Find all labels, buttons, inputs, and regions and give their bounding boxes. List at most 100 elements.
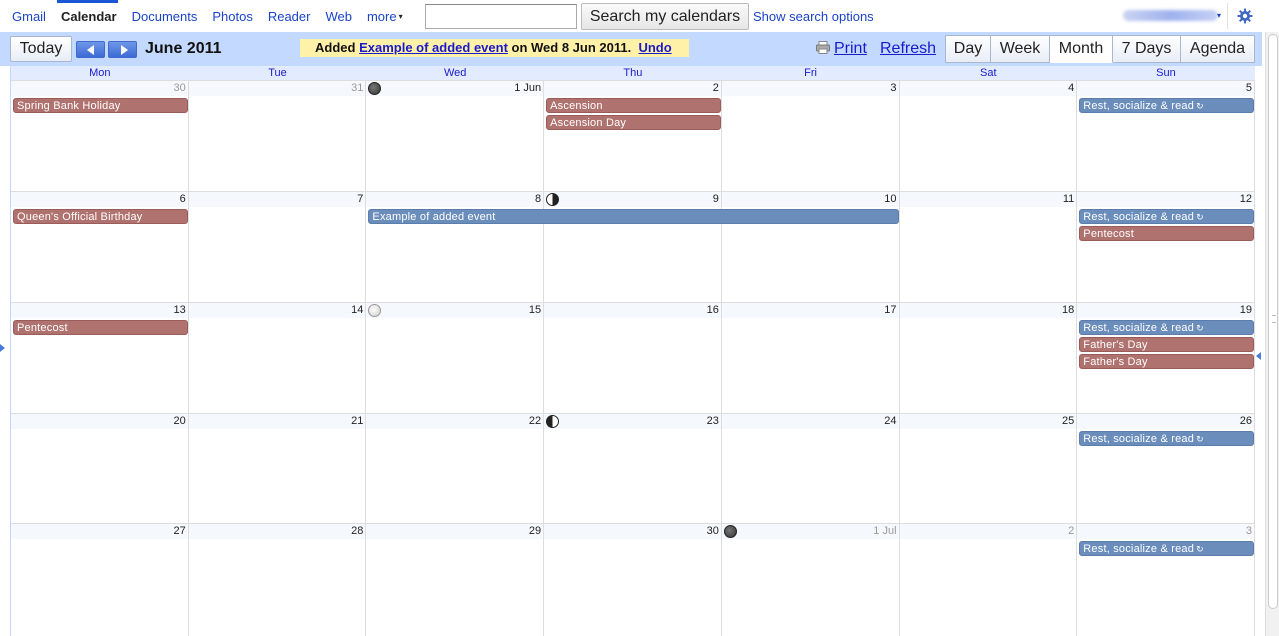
day-number[interactable]: 10 bbox=[720, 192, 896, 207]
gear-icon[interactable] bbox=[1237, 8, 1253, 24]
event-chip[interactable]: Rest, socialize & read ↻ bbox=[1079, 431, 1254, 446]
day-cell[interactable]: 22 bbox=[364, 414, 545, 523]
day-cell[interactable]: 3 bbox=[720, 81, 900, 191]
day-number[interactable]: 25 bbox=[898, 414, 1074, 429]
event-chip[interactable]: Father's Day bbox=[1079, 354, 1254, 369]
day-cell[interactable]: 14 bbox=[187, 303, 367, 413]
nav-gmail-link[interactable]: Gmail bbox=[12, 9, 46, 24]
day-number[interactable]: 28 bbox=[187, 524, 363, 539]
collapse-left-panel-icon[interactable] bbox=[0, 344, 5, 352]
day-number[interactable]: 7 bbox=[187, 192, 363, 207]
search-my-calendars-button[interactable]: Search my calendars bbox=[581, 3, 749, 30]
day-number[interactable]: 30 bbox=[9, 81, 185, 96]
day-number[interactable]: 9 bbox=[542, 192, 719, 207]
nav-web-link[interactable]: Web bbox=[325, 9, 352, 24]
day-cell[interactable]: 28 bbox=[187, 524, 367, 636]
day-cell[interactable]: 30 bbox=[544, 524, 722, 636]
nav-documents-link[interactable]: Documents bbox=[132, 9, 198, 24]
view-tab-agenda[interactable]: Agenda bbox=[1181, 35, 1255, 63]
day-number[interactable]: 16 bbox=[542, 303, 719, 318]
day-number[interactable]: 8 bbox=[364, 192, 541, 207]
day-number[interactable]: 2 bbox=[898, 524, 1074, 539]
account-name-blurred[interactable] bbox=[1123, 10, 1218, 21]
day-cell[interactable]: 27 bbox=[11, 524, 189, 636]
day-cell[interactable]: 29 bbox=[364, 524, 545, 636]
day-number[interactable]: 29 bbox=[364, 524, 541, 539]
event-chip[interactable]: Pentecost bbox=[1079, 226, 1254, 241]
collapse-right-panel-icon[interactable] bbox=[1256, 352, 1261, 360]
event-chip[interactable]: Rest, socialize & read ↻ bbox=[1079, 98, 1254, 113]
event-chip[interactable]: Example of added event bbox=[368, 209, 899, 224]
day-number[interactable]: 13 bbox=[9, 303, 185, 318]
view-tab-day[interactable]: Day bbox=[945, 35, 991, 63]
day-cell[interactable]: 16 bbox=[544, 303, 722, 413]
day-cell[interactable]: 11 bbox=[898, 192, 1078, 302]
today-button[interactable]: Today bbox=[10, 36, 72, 62]
event-chip[interactable]: Ascension bbox=[546, 98, 721, 113]
day-number[interactable]: 12 bbox=[1075, 192, 1252, 207]
event-chip[interactable]: Queen's Official Birthday bbox=[13, 209, 188, 224]
day-number[interactable]: 19 bbox=[1075, 303, 1252, 318]
day-number[interactable]: 3 bbox=[720, 81, 896, 96]
day-cell[interactable]: 17 bbox=[720, 303, 900, 413]
day-number[interactable]: 1 Jun bbox=[364, 81, 541, 96]
day-number[interactable]: 14 bbox=[187, 303, 363, 318]
day-cell[interactable]: 2 bbox=[898, 524, 1078, 636]
show-search-options-link[interactable]: Show search options bbox=[753, 9, 874, 24]
day-cell[interactable]: 7 bbox=[187, 192, 367, 302]
day-number[interactable]: 2 bbox=[542, 81, 719, 96]
event-chip[interactable]: Father's Day bbox=[1079, 337, 1254, 352]
more-caret-icon[interactable]: ▾ bbox=[399, 12, 403, 21]
day-cell[interactable]: 25 bbox=[898, 414, 1078, 523]
day-number[interactable]: 11 bbox=[898, 192, 1074, 207]
day-number[interactable]: 27 bbox=[9, 524, 185, 539]
nav-photos-link[interactable]: Photos bbox=[212, 9, 252, 24]
previous-period-button[interactable] bbox=[76, 41, 105, 58]
day-number[interactable]: 24 bbox=[720, 414, 896, 429]
day-cell[interactable]: 1 Jun bbox=[364, 81, 545, 191]
added-event-link[interactable]: Example of added event bbox=[359, 40, 508, 55]
account-dropdown-caret-icon[interactable]: ▾ bbox=[1217, 11, 1221, 20]
event-chip[interactable]: Spring Bank Holiday bbox=[13, 98, 188, 113]
nav-calendar-link[interactable]: Calendar bbox=[61, 9, 117, 24]
day-number[interactable]: 22 bbox=[364, 414, 541, 429]
day-number[interactable]: 1 Jul bbox=[720, 524, 896, 539]
refresh-link[interactable]: Refresh bbox=[880, 40, 936, 58]
day-number[interactable]: 15 bbox=[364, 303, 541, 318]
day-number[interactable]: 3 bbox=[1075, 524, 1252, 539]
day-number[interactable]: 20 bbox=[9, 414, 185, 429]
day-cell[interactable]: 4 bbox=[898, 81, 1078, 191]
day-number[interactable]: 21 bbox=[187, 414, 363, 429]
event-chip[interactable]: Ascension Day bbox=[546, 115, 721, 130]
day-cell[interactable]: 24 bbox=[720, 414, 900, 523]
day-cell[interactable]: 18 bbox=[898, 303, 1078, 413]
day-cell[interactable]: 21 bbox=[187, 414, 367, 523]
day-cell[interactable]: 31 bbox=[187, 81, 367, 191]
vertical-scrollbar[interactable] bbox=[1265, 32, 1279, 636]
day-number[interactable]: 5 bbox=[1075, 81, 1252, 96]
event-chip[interactable]: Rest, socialize & read ↻ bbox=[1079, 541, 1254, 556]
undo-link[interactable]: Undo bbox=[638, 40, 671, 55]
view-tab-7-days[interactable]: 7 Days bbox=[1113, 35, 1181, 63]
view-tab-week[interactable]: Week bbox=[991, 35, 1050, 63]
day-cell[interactable]: 20 bbox=[11, 414, 189, 523]
day-cell[interactable]: 23 bbox=[544, 414, 722, 523]
event-chip[interactable]: Rest, socialize & read ↻ bbox=[1079, 320, 1254, 335]
day-number[interactable]: 6 bbox=[9, 192, 186, 207]
nav-reader-link[interactable]: Reader bbox=[268, 9, 311, 24]
day-number[interactable]: 23 bbox=[542, 414, 719, 429]
day-cell[interactable]: 15 bbox=[364, 303, 545, 413]
day-number[interactable]: 4 bbox=[898, 81, 1074, 96]
nav-more-link[interactable]: more bbox=[367, 9, 397, 24]
day-number[interactable]: 17 bbox=[720, 303, 896, 318]
day-cell[interactable]: 1 Jul bbox=[720, 524, 900, 636]
event-chip[interactable]: Rest, socialize & read ↻ bbox=[1079, 209, 1254, 224]
day-number[interactable]: 18 bbox=[898, 303, 1074, 318]
day-number[interactable]: 30 bbox=[542, 524, 719, 539]
view-tab-month[interactable]: Month bbox=[1050, 35, 1113, 63]
print-link[interactable]: Print bbox=[816, 40, 867, 58]
day-number[interactable]: 31 bbox=[187, 81, 363, 96]
search-input[interactable] bbox=[425, 4, 577, 29]
day-number[interactable]: 26 bbox=[1075, 414, 1252, 429]
event-chip[interactable]: Pentecost bbox=[13, 320, 188, 335]
